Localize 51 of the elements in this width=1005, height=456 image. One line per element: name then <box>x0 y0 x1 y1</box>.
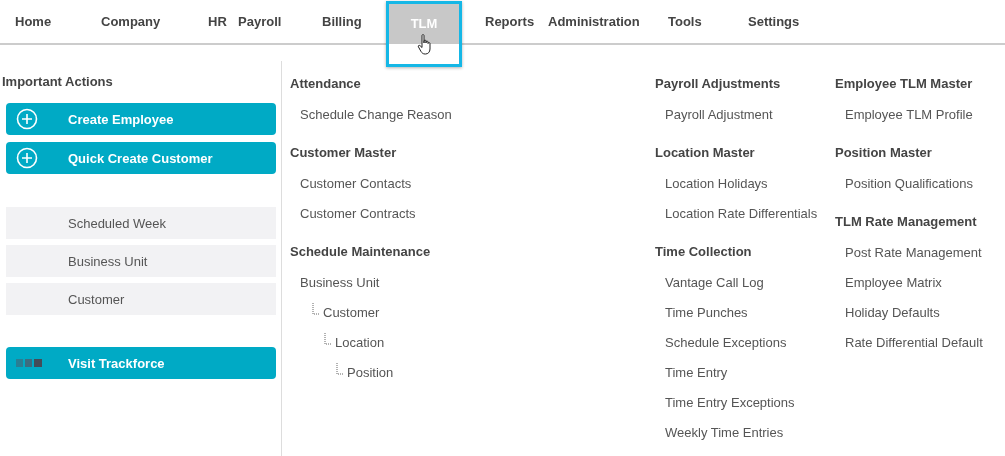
menu-heading: Location Master <box>655 144 756 162</box>
nav-tab[interactable]: Settings <box>748 0 800 43</box>
menu-link[interactable]: Payroll Adjustment <box>665 106 773 122</box>
menu-link[interactable]: Weekly Time Entries <box>665 424 784 440</box>
menu-link[interactable]: Vantage Call Log <box>665 274 764 290</box>
menu-link[interactable]: Holiday Defaults <box>845 304 940 320</box>
nav-tab[interactable]: Home <box>15 0 52 43</box>
nav-tab[interactable]: Billing <box>322 0 362 43</box>
menu-link[interactable]: Location Holidays <box>665 175 768 191</box>
plus-circle-icon <box>16 108 38 130</box>
menu-link[interactable]: Location Rate Differentials <box>665 205 818 221</box>
nav-tab[interactable]: Administration <box>548 0 640 43</box>
menu-heading: Time Collection <box>655 243 753 261</box>
squares-icon <box>16 359 42 367</box>
menu-link[interactable]: Time Entry Exceptions <box>665 394 795 410</box>
menu-heading: TLM Rate Management <box>835 213 978 231</box>
menu-link[interactable]: Business Unit <box>300 274 380 290</box>
menu-link[interactable]: Rate Differential Default <box>845 334 983 350</box>
tree-connector <box>324 333 332 345</box>
shortcut-button[interactable]: Scheduled Week <box>6 207 276 239</box>
menu-link[interactable]: Customer Contacts <box>300 175 412 191</box>
plus-circle-icon <box>16 147 38 169</box>
menu-link[interactable]: Employee TLM Profile <box>845 106 973 122</box>
nav-tab[interactable]: Company <box>101 0 161 43</box>
menu-heading: Schedule Maintenance <box>290 243 432 261</box>
menu-link[interactable]: Customer Contracts <box>300 205 416 221</box>
menu-heading: Payroll Adjustments <box>655 75 782 93</box>
menu-link[interactable]: Time Punches <box>665 304 748 320</box>
menu-link[interactable]: Time Entry <box>665 364 728 380</box>
menu-link[interactable]: Customer <box>323 304 380 320</box>
menu-heading: Customer Master <box>290 144 398 162</box>
hand-cursor-icon <box>417 33 433 55</box>
menu-link[interactable]: Schedule Change Reason <box>300 106 452 122</box>
menu-heading: Employee TLM Master <box>835 75 974 93</box>
nav-tab[interactable]: Tools <box>668 0 702 43</box>
nav-tab[interactable]: Payroll <box>238 0 282 43</box>
menu-heading: Position Master <box>835 144 933 162</box>
menu-link[interactable]: Post Rate Management <box>845 244 982 260</box>
menu-link[interactable]: Position Qualifications <box>845 175 973 191</box>
tree-connector <box>336 363 344 375</box>
menu-link[interactable]: Employee Matrix <box>845 274 942 290</box>
menu-link[interactable]: Location <box>335 334 385 350</box>
section-title: Important Actions <box>1 73 114 91</box>
menu-link[interactable]: Schedule Exceptions <box>665 334 787 350</box>
menu-heading: Attendance <box>290 75 362 93</box>
tree-connector <box>312 303 320 315</box>
menu-link[interactable]: Position <box>347 364 394 380</box>
nav-tab[interactable]: Reports <box>485 0 535 43</box>
shortcut-button[interactable]: Customer <box>6 283 276 315</box>
nav-tab[interactable]: HR <box>208 0 227 43</box>
shortcut-button[interactable]: Business Unit <box>6 245 276 277</box>
